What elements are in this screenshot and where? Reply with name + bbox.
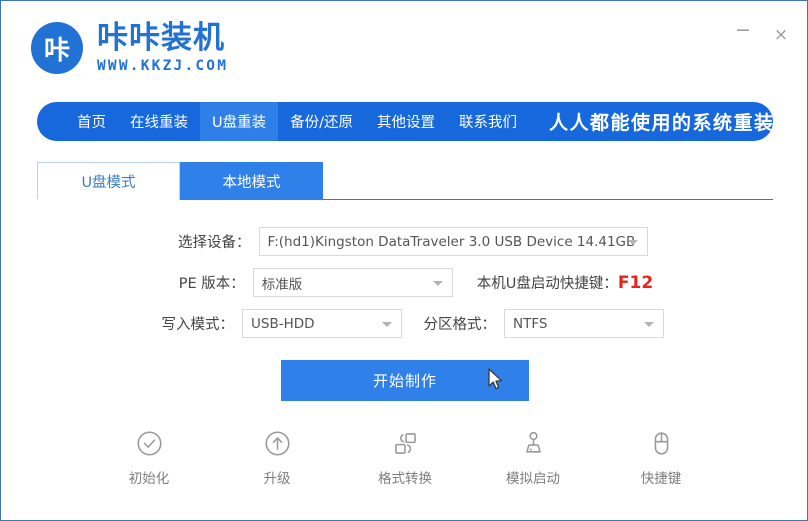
chevron-down-icon	[644, 321, 654, 327]
nav-item-backup-restore[interactable]: 备份/还原	[278, 102, 365, 141]
close-button[interactable]: ×	[771, 25, 791, 45]
nav-item-contact-us[interactable]: 联系我们	[447, 102, 529, 141]
chevron-down-icon	[627, 239, 638, 245]
app-window: − × 咔 咔咔装机 WWW.KKZJ.COM 首页 在线重装 U盘重装 备份/…	[0, 0, 808, 521]
device-label: 选择设备：	[178, 235, 251, 251]
write-mode-select[interactable]: USB-HDD	[242, 309, 402, 338]
brand-text: 咔咔装机 WWW.KKZJ.COM	[97, 20, 229, 74]
upgrade-arrow-circle-icon	[262, 428, 292, 458]
footer-tool-hotkey[interactable]: 快捷键	[617, 428, 705, 487]
footer-tool-label: 格式转换	[378, 471, 432, 487]
brand-header: 咔 咔咔装机 WWW.KKZJ.COM	[31, 20, 229, 74]
footer-tool-label: 模拟启动	[506, 471, 560, 487]
write-mode-row: 写入模式： USB-HDD 分区格式： NTFS	[1, 309, 807, 338]
footer-tool-label: 初始化	[128, 471, 170, 487]
partition-format-select[interactable]: NTFS	[504, 309, 664, 338]
pe-version-select-value: 标准版	[261, 276, 303, 293]
tab-usb-mode[interactable]: U盘模式	[37, 162, 180, 200]
main-navbar: 首页 在线重装 U盘重装 备份/还原 其他设置 联系我们 人人都能使用的系统重装…	[37, 102, 773, 141]
footer-tools: 初始化 升级 格式转换 模拟启动 快捷键	[1, 428, 807, 487]
boot-hotkey-note: 本机U盘启动快捷键：F12	[477, 272, 653, 293]
device-select-value: F:(hd1)Kingston DataTraveler 3.0 USB Dev…	[267, 233, 636, 250]
footer-tool-label: 升级	[263, 471, 291, 487]
footer-tool-initialize[interactable]: 初始化	[105, 428, 193, 487]
device-select[interactable]: F:(hd1)Kingston DataTraveler 3.0 USB Dev…	[258, 227, 648, 256]
footer-tool-label: 快捷键	[640, 471, 682, 487]
logo-icon: 咔	[31, 22, 83, 74]
window-controls: − ×	[733, 21, 791, 45]
tab-local-mode[interactable]: 本地模式	[180, 162, 323, 200]
nav-items: 首页 在线重装 U盘重装 备份/还原 其他设置 联系我们	[65, 102, 529, 141]
boot-hotkey-value: F12	[617, 273, 654, 293]
nav-item-online-reinstall[interactable]: 在线重装	[118, 102, 200, 141]
mode-tabs: U盘模式 本地模式	[37, 162, 323, 200]
pe-version-row: PE 版本： 标准版 本机U盘启动快捷键：F12	[1, 268, 807, 297]
brand-title: 咔咔装机	[97, 20, 225, 57]
footer-tool-format-convert[interactable]: 格式转换	[361, 428, 449, 487]
device-row: 选择设备： F:(hd1)Kingston DataTraveler 3.0 U…	[1, 227, 807, 256]
write-mode-label: 写入模式：	[161, 317, 235, 333]
pe-version-select[interactable]: 标准版	[252, 268, 453, 297]
nav-item-usb-reinstall[interactable]: U盘重装	[200, 102, 279, 141]
start-button-wrap: 开始制作	[1, 360, 807, 401]
nav-slogan: 人人都能使用的系统重装工具	[549, 112, 773, 134]
joystick-icon	[518, 428, 548, 458]
boot-hotkey-label: 本机U盘启动快捷键：	[476, 276, 618, 292]
chevron-down-icon	[432, 280, 443, 286]
footer-tool-simulate-boot[interactable]: 模拟启动	[489, 428, 577, 487]
chevron-down-icon	[382, 321, 392, 327]
partition-format-select-value: NTFS	[513, 315, 548, 332]
start-make-button[interactable]: 开始制作	[281, 360, 529, 401]
partition-format-label: 分区格式：	[423, 317, 497, 333]
pe-version-label: PE 版本：	[178, 276, 245, 292]
check-circle-icon	[134, 428, 164, 458]
footer-tool-upgrade[interactable]: 升级	[233, 428, 321, 487]
write-mode-select-value: USB-HDD	[251, 315, 315, 332]
format-convert-icon	[390, 428, 420, 458]
nav-item-other-settings[interactable]: 其他设置	[365, 102, 447, 141]
usb-config-form: 选择设备： F:(hd1)Kingston DataTraveler 3.0 U…	[1, 227, 807, 350]
mouse-icon	[646, 428, 676, 458]
minimize-button[interactable]: −	[733, 21, 753, 45]
nav-item-home[interactable]: 首页	[65, 102, 118, 141]
brand-subtitle: WWW.KKZJ.COM	[97, 57, 229, 74]
